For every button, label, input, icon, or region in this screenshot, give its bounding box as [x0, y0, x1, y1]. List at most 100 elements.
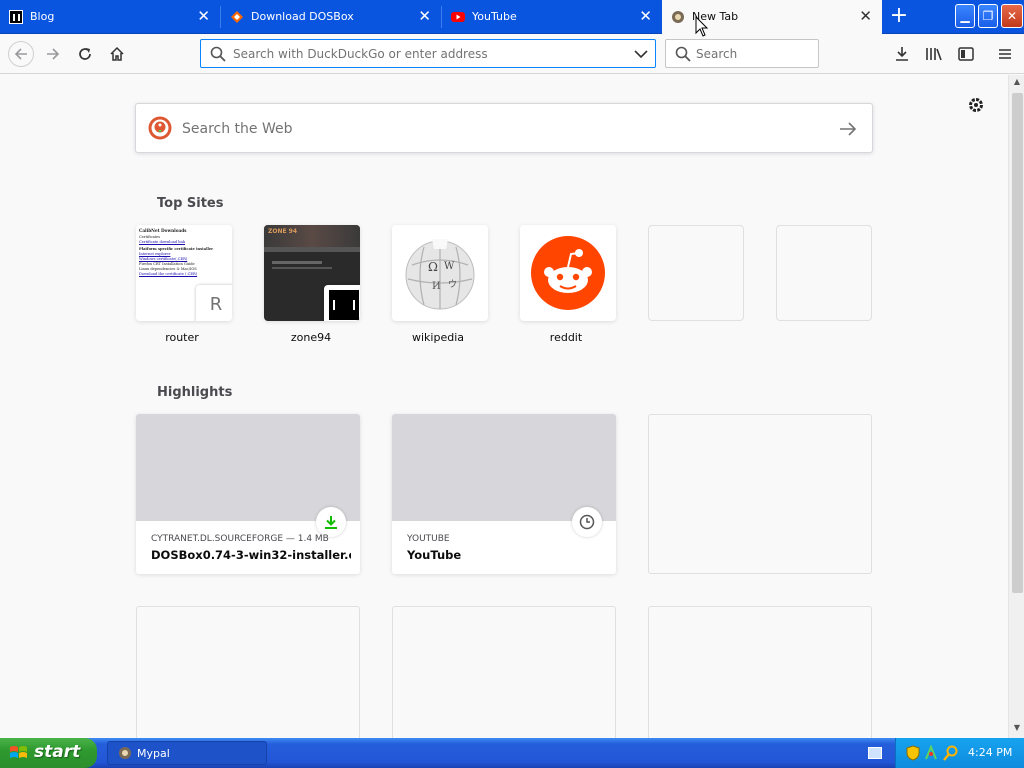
start-button[interactable]: start: [0, 738, 97, 768]
clock: 4:24 PM: [968, 746, 1013, 759]
chevron-down-icon[interactable]: [634, 49, 648, 59]
sidebar-button[interactable]: [954, 42, 978, 66]
router-letter-icon: R: [196, 285, 232, 321]
security-shield-icon[interactable]: [906, 745, 920, 761]
highlight-badge: [572, 507, 602, 537]
system-tray: 4:24 PM: [895, 738, 1024, 768]
reload-icon: [79, 48, 91, 60]
top-site-router[interactable]: CalibNet Downloads Certificates Certific…: [136, 225, 232, 321]
scroll-down-arrow-icon[interactable]: ▼: [1011, 723, 1023, 735]
settings-button[interactable]: [966, 95, 986, 119]
highlight-card-empty: [648, 414, 872, 574]
top-site-label: zone94: [290, 331, 332, 344]
library-icon: [926, 48, 942, 61]
highlight-card-dosbox[interactable]: CYTRANET.DL.SOURCEFORGE — 1.4 MB DOSBox0…: [136, 414, 360, 574]
downloads-button[interactable]: [890, 42, 914, 66]
home-icon: [110, 46, 124, 61]
top-site-empty[interactable]: [648, 225, 744, 321]
scroll-up-arrow-icon[interactable]: ▲: [1011, 77, 1023, 89]
top-site-label: router: [165, 331, 199, 344]
reload-button[interactable]: [73, 42, 97, 66]
network-icon[interactable]: [924, 745, 938, 761]
scrollbar-thumb[interactable]: [1012, 93, 1023, 593]
new-tab-page: Top Sites CalibNet Downloads Certificate…: [0, 75, 1008, 738]
highlight-source: YOUTUBE: [407, 534, 450, 544]
highlight-card-youtube[interactable]: YOUTUBE YouTube: [392, 414, 616, 574]
top-site-label: wikipedia: [411, 331, 464, 344]
search-input[interactable]: [696, 46, 812, 62]
close-tab-icon[interactable]: ✕: [859, 8, 872, 24]
vertical-scrollbar[interactable]: ▲ ▼: [1008, 75, 1024, 738]
zone94-thumbnail-line: [272, 261, 322, 264]
forward-arrow-icon: [47, 48, 60, 60]
menu-button[interactable]: [993, 42, 1017, 66]
url-input[interactable]: [233, 46, 623, 62]
top-site-empty[interactable]: [776, 225, 872, 321]
close-window-button[interactable]: ✕: [1001, 4, 1023, 28]
web-search-input[interactable]: [182, 119, 782, 139]
tab-bar: Blog ✕ Download DOSBox ✕ YouTube ✕ New T…: [0, 0, 1024, 34]
tab-title: YouTube: [472, 10, 517, 23]
home-button[interactable]: [105, 42, 129, 66]
zone94-thumbnail-header: ZONE 94: [264, 225, 360, 247]
back-button[interactable]: [8, 41, 34, 67]
highlights-heading: Highlights: [157, 385, 233, 400]
svg-text:W: W: [444, 261, 455, 272]
thumb-line: Certificate download link: [139, 240, 185, 244]
top-site-label: reddit: [549, 331, 583, 344]
highlight-title: DOSBox0.74-3-win32-installer.e...: [151, 548, 351, 562]
reddit-logo-icon: [531, 236, 605, 310]
sourceforge-favicon: [230, 10, 244, 24]
search-icon: [675, 46, 691, 62]
gear-icon: [969, 98, 983, 112]
close-tab-icon[interactable]: ✕: [197, 8, 210, 24]
library-button[interactable]: [922, 42, 946, 66]
tab-youtube[interactable]: YouTube ✕: [442, 0, 662, 34]
tab-download-dosbox[interactable]: Download DOSBox ✕: [221, 0, 441, 34]
wikipedia-globe-icon: Ω W И ウ: [405, 239, 475, 310]
mypal-app-icon: [119, 747, 131, 759]
taskbar-item-mypal[interactable]: Mypal: [107, 741, 267, 765]
thumb-heading: ZONE 94: [268, 228, 298, 235]
search-tray-icon[interactable]: [943, 745, 959, 761]
tab-blog[interactable]: Blog ✕: [0, 0, 220, 34]
thumb-line: Download the certificate (.CER): [139, 272, 198, 276]
highlight-card-empty: [392, 606, 616, 738]
tab-title: Download DOSBox: [251, 10, 354, 23]
new-tab-button[interactable]: +: [886, 4, 912, 30]
zone94-thumbnail-line: [272, 267, 332, 269]
restore-button[interactable]: ❐: [978, 4, 998, 28]
highlight-thumbnail: [136, 414, 360, 521]
search-bar[interactable]: [665, 39, 819, 68]
forward-button[interactable]: [41, 42, 65, 66]
web-search-box[interactable]: [135, 103, 873, 153]
clock-icon: [579, 514, 595, 530]
zone94-thumbnail-nav: [264, 247, 360, 252]
svg-text:И: И: [432, 281, 441, 292]
close-tab-icon[interactable]: ✕: [639, 8, 652, 24]
search-icon: [210, 46, 226, 62]
minimize-button[interactable]: ▁: [955, 4, 975, 28]
sidebar-icon: [958, 47, 974, 61]
url-bar[interactable]: [200, 39, 656, 68]
youtube-favicon: [451, 10, 465, 24]
keyboard-icon[interactable]: [868, 747, 882, 759]
highlight-card-empty: [648, 606, 872, 738]
windows-logo-icon: [10, 746, 27, 758]
top-site-zone94[interactable]: ZONE 94: [264, 225, 360, 321]
mouse-cursor-icon: [695, 16, 709, 37]
download-icon: [896, 47, 908, 61]
blog-favicon: [9, 10, 23, 24]
arrow-right-icon[interactable]: [839, 121, 857, 137]
top-site-reddit[interactable]: [520, 225, 616, 321]
svg-text:ウ: ウ: [448, 279, 457, 290]
taskbar: start Mypal 4:24 PM: [0, 738, 1024, 768]
zone94-logo: [329, 290, 359, 320]
svg-text:Ω: Ω: [428, 260, 438, 274]
highlight-card-empty: [136, 606, 360, 738]
start-label: start: [34, 742, 81, 762]
tab-title: Blog: [30, 10, 55, 23]
top-site-wikipedia[interactable]: Ω W И ウ: [392, 225, 488, 321]
back-arrow-icon: [14, 48, 27, 60]
close-tab-icon[interactable]: ✕: [418, 8, 431, 24]
